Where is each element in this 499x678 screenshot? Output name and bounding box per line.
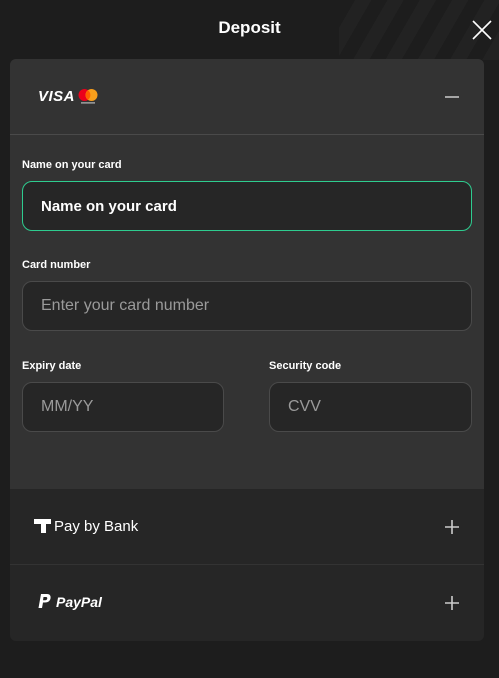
card-section-header[interactable]: VISA bbox=[10, 59, 484, 135]
pay-by-bank-option[interactable]: Pay by Bank bbox=[10, 489, 484, 565]
paypal-icon bbox=[38, 594, 51, 608]
card-number-label: Card number bbox=[22, 259, 91, 271]
collapse-button[interactable] bbox=[444, 89, 460, 105]
paypal-label: PayPal bbox=[56, 594, 102, 610]
expiry-date-input[interactable]: MM/YY bbox=[22, 382, 224, 432]
close-icon bbox=[472, 20, 492, 40]
minus-icon bbox=[445, 96, 459, 98]
visa-logo: VISA bbox=[38, 88, 76, 105]
expand-plus-icon[interactable] bbox=[444, 519, 460, 535]
mastercard-logo bbox=[78, 89, 98, 104]
pay-by-bank-label: Pay by Bank bbox=[54, 518, 139, 535]
card-number-input[interactable]: Enter your card number bbox=[22, 281, 472, 331]
payment-methods-panel: VISA Name on your card Name on your card… bbox=[10, 59, 484, 641]
security-code-input[interactable]: CVV bbox=[269, 382, 472, 432]
page-title: Deposit bbox=[218, 18, 281, 37]
paypal-option[interactable]: PayPal bbox=[10, 565, 484, 641]
expiry-date-label: Expiry date bbox=[22, 360, 82, 372]
card-payment-section: VISA Name on your card Name on your card… bbox=[10, 59, 484, 489]
bank-logo-icon bbox=[34, 519, 51, 533]
modal-header: Deposit bbox=[0, 0, 499, 58]
name-on-card-input[interactable]: Name on your card bbox=[22, 181, 472, 231]
close-button[interactable] bbox=[471, 19, 493, 41]
security-code-label: Security code bbox=[269, 360, 342, 372]
name-field-label: Name on your card bbox=[22, 159, 122, 171]
expand-plus-icon[interactable] bbox=[444, 595, 460, 611]
